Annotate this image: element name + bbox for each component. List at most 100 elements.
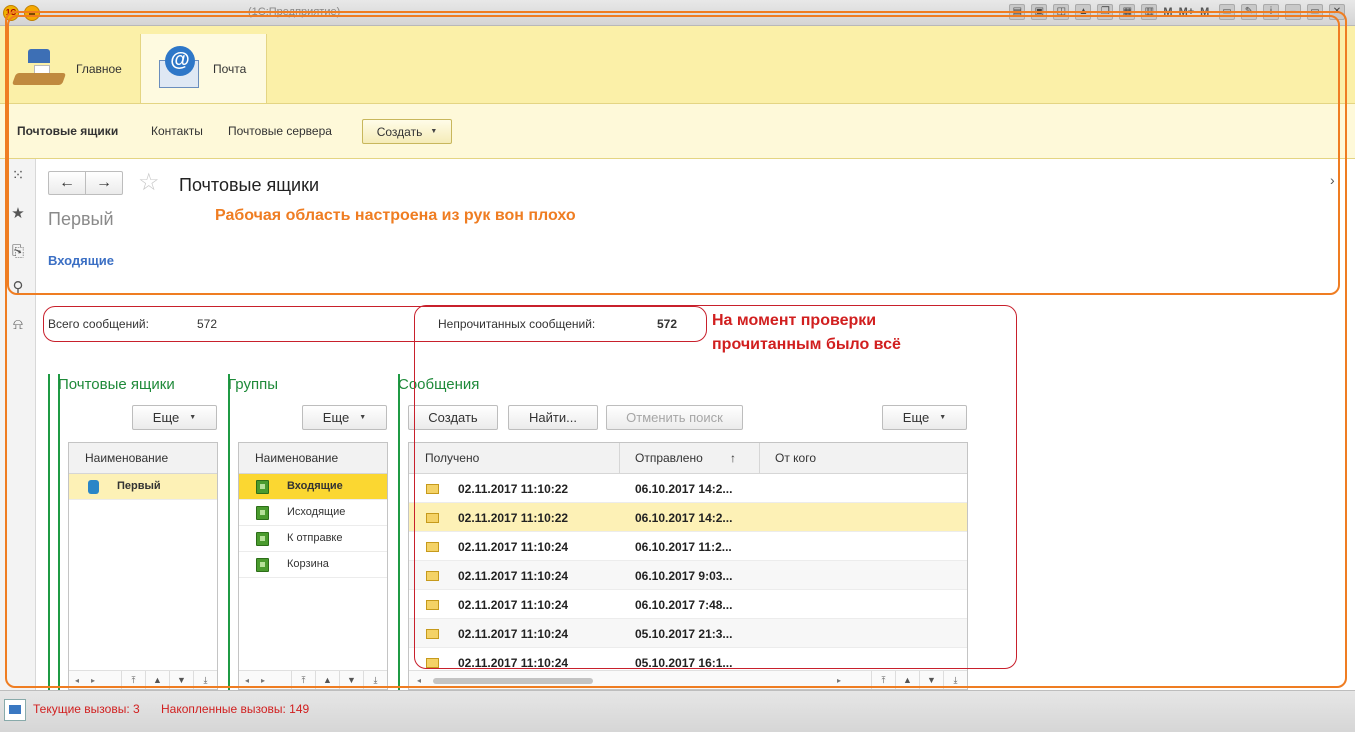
cancel-search-button[interactable]: Отменить поиск [606,405,743,430]
group-name: К отправке [287,532,343,544]
chevron-right-icon[interactable]: › [1330,172,1335,188]
envelope-icon [426,542,439,552]
mailboxes-more-button[interactable]: Еще ▼ [132,405,217,430]
scroll-right-icon[interactable]: ▸ [837,676,841,685]
table-row[interactable]: 02.11.2017 11:10:24 06.10.2017 11:2... [409,532,967,561]
nav-mail-servers[interactable]: Почтовые сервера [228,124,332,138]
section-main-label: Главное [76,61,122,76]
scroll-up-icon[interactable]: ▲ [895,671,919,689]
calendar-icon[interactable]: ▥ [1141,4,1158,20]
scroll-right-icon[interactable]: ▸ [91,676,95,685]
sent-cell: 05.10.2017 21:3... [635,627,733,641]
scroll-left-icon[interactable]: ◂ [417,676,421,685]
restore-icon[interactable]: ▭ [1307,4,1323,20]
all-functions-icon[interactable]: ⁙ [9,167,27,185]
scroll-left-icon[interactable]: ◂ [75,676,79,685]
scroll-up-icon[interactable]: ▲ [145,671,169,689]
table-row[interactable]: Входящие [239,474,387,500]
table-row[interactable]: 02.11.2017 11:10:24 06.10.2017 9:03... [409,561,967,590]
table-row[interactable]: Исходящие [239,500,387,526]
copy-icon[interactable]: ❐ [1097,4,1114,20]
annotation-check-line1: На момент проверки [712,312,877,329]
section-main[interactable]: Главное [8,34,140,103]
favorite-star-icon[interactable]: ☆ [138,170,160,196]
folder-icon [256,558,269,572]
received-cell: 02.11.2017 11:10:24 [458,656,569,670]
history-icon[interactable]: ⎘ [9,243,27,261]
scroll-right-icon[interactable]: ▸ [261,676,265,685]
scroll-top-icon[interactable]: ⤒ [871,671,895,689]
table-scroll-footer: ◂ ▸ ⤒ ▲ ▼ ⤓ [69,670,217,689]
group-divider [398,374,400,690]
scroll-bottom-icon[interactable]: ⤓ [193,671,217,689]
create-dropdown-button[interactable]: Создать ▼ [362,119,452,144]
print-icon[interactable]: ▤ [1009,4,1026,20]
memory-plus-button[interactable]: M+ [1179,6,1195,18]
inbox-link[interactable]: Входящие [48,253,114,268]
horizontal-scrollbar-thumb[interactable] [433,678,593,684]
sent-cell: 06.10.2017 9:03... [635,569,733,583]
envelope-icon [426,571,439,581]
mailboxes-more-label: Еще [152,410,180,425]
nav-contacts[interactable]: Контакты [151,124,203,138]
save-icon[interactable]: ▣ [1031,4,1048,20]
table-header: Получено Отправлено ↑ От кого [409,443,967,474]
messages-more-button[interactable]: Еще ▼ [882,405,967,430]
column-from-header[interactable]: От кого [775,451,816,465]
nav-mailboxes[interactable]: Почтовые ящики [17,124,118,138]
table-row[interactable]: 02.11.2017 11:10:24 05.10.2017 21:3... [409,619,967,648]
window-title: (1С:Предприятие) [248,6,341,18]
table-row[interactable]: 02.11.2017 11:10:24 06.10.2017 7:48... [409,590,967,619]
table-row[interactable]: 02.11.2017 11:10:22 06.10.2017 14:2... [409,474,967,503]
table-row[interactable]: К отправке [239,526,387,552]
messages-find-button[interactable]: Найти... [508,405,598,430]
forward-arrow-icon[interactable]: → [85,172,122,194]
memory-m-button[interactable]: M [1163,6,1172,18]
groups-group-title: Группы [228,376,278,393]
close-icon[interactable]: ✕ [1329,4,1345,20]
groups-more-button[interactable]: Еще ▼ [302,405,387,430]
minimize-icon[interactable]: – [1285,4,1301,20]
main-menu-button[interactable] [24,5,40,21]
scroll-down-icon[interactable]: ▼ [169,671,193,689]
mailbox-icon [88,480,99,494]
table-row[interactable]: Корзина [239,552,387,578]
calculator-icon[interactable]: ▦ [1119,4,1136,20]
sent-cell: 06.10.2017 11:2... [635,540,732,554]
performance-monitor-icon[interactable] [4,699,26,721]
scroll-bottom-icon[interactable]: ⤓ [943,671,967,689]
scroll-down-icon[interactable]: ▼ [919,671,943,689]
memory-minus-button[interactable]: M- [1200,6,1213,18]
received-cell: 02.11.2017 11:10:24 [458,598,569,612]
group-name: Корзина [287,558,329,570]
table-row[interactable]: 02.11.2017 11:10:22 06.10.2017 14:2... [409,503,967,532]
mailbox-name: Первый [117,480,161,492]
tools-icon[interactable]: ✎ [1241,4,1257,20]
column-received-header[interactable]: Получено [425,451,479,465]
layout-icon[interactable]: ▭ [1219,4,1235,20]
received-cell: 02.11.2017 11:10:24 [458,569,569,583]
info-icon[interactable]: i [1263,4,1279,20]
preview-icon[interactable]: ◫ [1053,4,1070,20]
unread-messages-label: Непрочитанных сообщений: [438,317,596,331]
back-arrow-icon[interactable]: ← [49,172,85,194]
search-icon[interactable]: ⚲ [9,279,27,297]
scroll-down-icon[interactable]: ▼ [339,671,363,689]
app-logo-icon: 1С [3,5,19,21]
messages-create-button[interactable]: Создать [408,405,498,430]
section-mail[interactable]: @ Почта [140,34,267,103]
scroll-up-icon[interactable]: ▲ [315,671,339,689]
scroll-bottom-icon[interactable]: ⤓ [363,671,387,689]
scroll-top-icon[interactable]: ⤒ [121,671,145,689]
scroll-top-icon[interactable]: ⤒ [291,671,315,689]
column-sent-header[interactable]: Отправлено [635,451,703,465]
table-row[interactable]: Первый [69,474,217,500]
notifications-bell-icon[interactable]: ⍾ [9,316,27,334]
upload-icon[interactable]: ▲ [1075,4,1092,20]
scroll-left-icon[interactable]: ◂ [245,676,249,685]
favorites-icon[interactable]: ★ [9,205,27,223]
column-name-header[interactable]: Наименование [85,451,168,465]
current-calls: Текущие вызовы: 3 [33,702,140,716]
column-name-header[interactable]: Наименование [255,451,338,465]
create-dropdown-label: Создать [376,124,423,139]
